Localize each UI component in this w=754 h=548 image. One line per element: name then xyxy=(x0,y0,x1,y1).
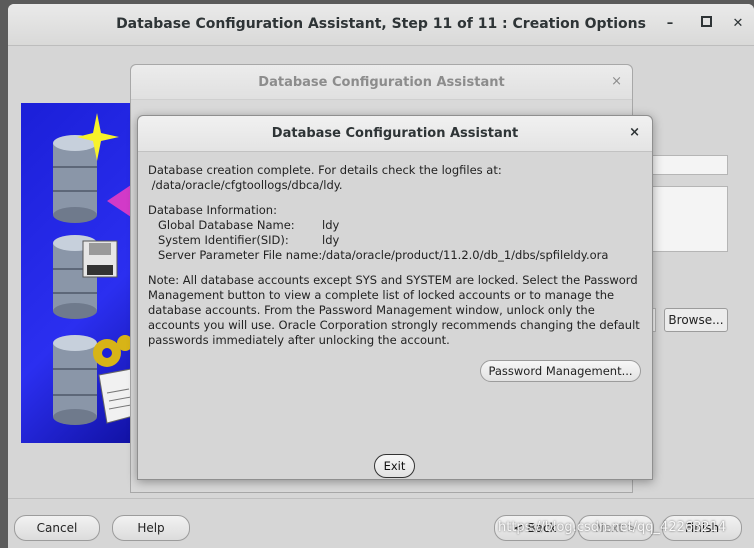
progress-dialog-titlebar: Database Configuration Assistant × xyxy=(131,65,632,100)
database-cylinder-icon xyxy=(53,335,97,425)
info-value: ldy xyxy=(322,233,340,247)
window-title: Database Configuration Assistant, Step 1… xyxy=(116,16,646,32)
maximize-icon[interactable] xyxy=(696,14,716,34)
info-label: Server Parameter File name: xyxy=(158,248,323,262)
cancel-button[interactable]: Cancel xyxy=(14,515,100,541)
watermark-text: https://blog.csdn.net/qq_42263214 xyxy=(498,520,727,535)
info-row-spfile: Server Parameter File name: /data/oracle… xyxy=(148,248,648,263)
info-row-sid: System Identifier(SID): ldy xyxy=(148,233,648,248)
close-icon[interactable]: × xyxy=(611,74,622,89)
note-line: passwords immediately after unlocking th… xyxy=(148,333,450,347)
main-titlebar[interactable]: Database Configuration Assistant, Step 1… xyxy=(8,4,754,46)
minimize-icon[interactable]: – xyxy=(660,14,680,34)
password-management-button[interactable]: Password Management... xyxy=(480,360,641,382)
exit-button[interactable]: Exit xyxy=(374,454,415,478)
close-icon[interactable]: ✕ xyxy=(728,14,748,34)
info-header: Database Information: xyxy=(148,203,277,217)
info-row-global-name: Global Database Name: ldy xyxy=(148,218,648,233)
help-button[interactable]: Help xyxy=(112,515,190,541)
info-label: System Identifier(SID): xyxy=(158,233,289,247)
background-text-area xyxy=(650,186,728,252)
progress-dialog-title: Database Configuration Assistant xyxy=(258,75,505,90)
database-cylinder-icon xyxy=(53,135,97,223)
info-value: ldy xyxy=(322,218,340,232)
note-line: accounts you will use. Oracle Corporatio… xyxy=(148,318,640,332)
wizard-illustration xyxy=(21,103,141,443)
close-icon[interactable]: × xyxy=(629,125,640,140)
dialog-body: Database creation complete. For details … xyxy=(148,163,648,348)
completion-dialog: Database Configuration Assistant × Datab… xyxy=(137,115,653,480)
gear-icon xyxy=(93,335,133,367)
floppy-disk-icon xyxy=(82,240,118,278)
note-line: Management button to view a complete lis… xyxy=(148,288,615,302)
completion-dialog-titlebar[interactable]: Database Configuration Assistant × xyxy=(138,116,652,152)
info-value: /data/oracle/product/11.2.0/db_1/dbs/spf… xyxy=(322,248,609,262)
background-text-field xyxy=(650,155,728,175)
info-label: Global Database Name: xyxy=(158,218,295,232)
browse-button[interactable]: Browse... xyxy=(664,308,728,332)
note-line: database accounts. From the Password Man… xyxy=(148,303,595,317)
dialog-title: Database Configuration Assistant xyxy=(271,126,519,141)
completion-message: Database creation complete. For details … xyxy=(148,163,502,177)
note-line: Note: All database accounts except SYS a… xyxy=(148,273,638,287)
logfile-path: /data/oracle/cfgtoollogs/dbca/ldy. xyxy=(148,178,343,192)
